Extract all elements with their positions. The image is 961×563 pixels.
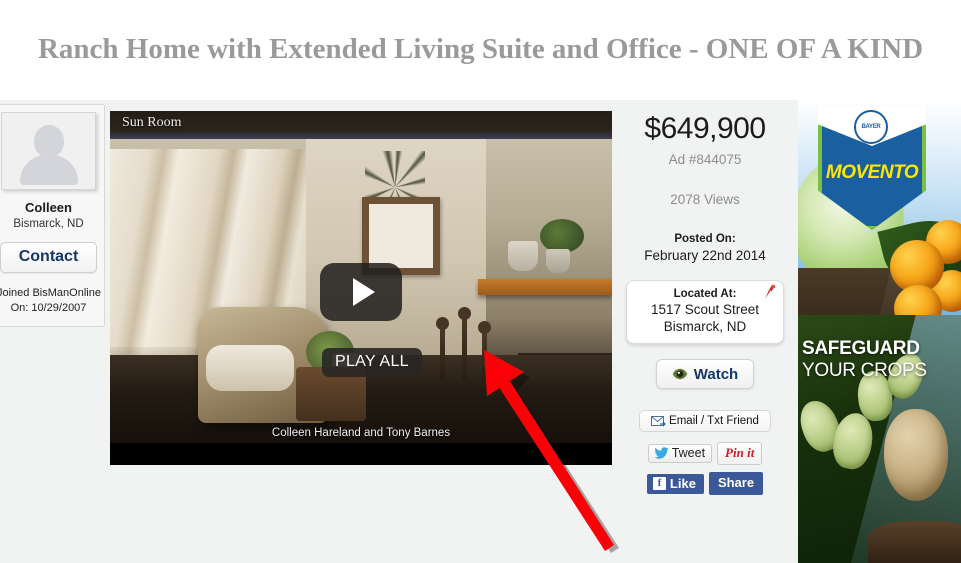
seller-name: Colleen (25, 200, 72, 215)
view-count: 2078 Views (670, 192, 740, 207)
tweet-label: Tweet (671, 446, 706, 460)
page-title: Ranch Home with Extended Living Suite an… (37, 33, 924, 66)
user-placeholder-icon-head (33, 125, 64, 157)
listing-info-column: $649,900 Ad #844075 2078 Views Posted On… (612, 100, 798, 563)
share-row-primary: Tweet Pin it (612, 442, 798, 465)
bayer-logo-icon: BAYER (854, 110, 888, 144)
video-scene-label: Sun Room (122, 115, 182, 130)
page-header: Ranch Home with Extended Living Suite an… (0, 0, 961, 100)
map-pin-icon (765, 284, 776, 299)
play-triangle-icon (353, 278, 375, 306)
video-bottom-bar (110, 443, 612, 465)
scene-pot-b (546, 249, 570, 273)
pinit-label: Pin it (725, 445, 755, 460)
play-all-button[interactable]: PLAY ALL (322, 348, 422, 377)
watch-button[interactable]: Watch (656, 359, 754, 389)
posted-on-date: February 22nd 2014 (644, 248, 766, 263)
listing-page: Ranch Home with Extended Living Suite an… (0, 0, 961, 563)
ad-number: Ad #844075 (668, 152, 742, 167)
location-box[interactable]: Located At: 1517 Scout Street Bismarck, … (626, 280, 784, 344)
located-at-label: Located At: (673, 288, 737, 300)
facebook-like-button[interactable]: f Like (646, 473, 704, 494)
posted-on-label: Posted On: (674, 233, 736, 245)
scene-candle-holder-3 (478, 321, 491, 381)
scene-candle-holder-2 (458, 307, 471, 381)
scene-candle-holder-1 (436, 317, 449, 381)
ad-potato (884, 409, 948, 501)
scene-mantel (478, 279, 612, 295)
seller-joined: Joined BisManOnline On: 10/29/2007 (0, 286, 101, 316)
contact-button[interactable]: Contact (0, 242, 97, 273)
facebook-like-label: Like (669, 475, 696, 491)
user-placeholder-icon-body (19, 155, 78, 185)
seller-joined-line2: On: 10/29/2007 (10, 301, 87, 314)
watch-label: Watch (693, 365, 739, 383)
play-button[interactable] (320, 263, 402, 321)
scene-pot-a (508, 241, 538, 271)
tweet-button[interactable]: Tweet (647, 444, 713, 463)
address-line-2: Bismarck, ND (663, 319, 747, 334)
video-player[interactable]: Sun Room PLAY ALL Colleen Hareland and T… (110, 111, 612, 465)
facebook-share-button[interactable]: Share (708, 472, 764, 495)
scene-mantel-plant (540, 219, 584, 253)
ad-subheadline: YOUR CROPS (802, 360, 927, 381)
email-txt-friend-button[interactable]: Email / Txt Friend (639, 410, 771, 432)
ad-headline: SAFEGUARD (802, 338, 920, 359)
listing-price: $649,900 (644, 112, 766, 145)
scene-cushion (206, 345, 294, 391)
video-caption: Colleen Hareland and Tony Barnes (271, 427, 451, 439)
facebook-f-icon: f (652, 476, 666, 490)
share-row-facebook: f Like Share (612, 472, 798, 495)
email-txt-friend-label: Email / Txt Friend (669, 415, 759, 427)
pinit-button[interactable]: Pin it (717, 442, 763, 465)
video-top-bar (110, 111, 612, 139)
ad-dirt-mound (868, 521, 961, 563)
seller-joined-line1: Joined BisManOnline (0, 287, 101, 299)
twitter-bird-icon (654, 447, 669, 459)
facebook-share-label: Share (717, 475, 755, 490)
avatar (1, 112, 96, 190)
seller-panel: Colleen Bismarck, ND Contact Joined BisM… (0, 104, 105, 327)
eye-icon (672, 368, 687, 380)
seller-location: Bismarck, ND (13, 218, 84, 230)
content-area: Colleen Bismarck, ND Contact Joined BisM… (0, 100, 961, 563)
address-line-1: 1517 Scout Street (650, 302, 760, 317)
advertisement-banner[interactable]: BAYER MOVENTO SAFEGUARD YOUR CROPS (798, 100, 961, 563)
ad-product-name: MOVENTO (825, 162, 919, 183)
envelope-icon (651, 415, 666, 426)
